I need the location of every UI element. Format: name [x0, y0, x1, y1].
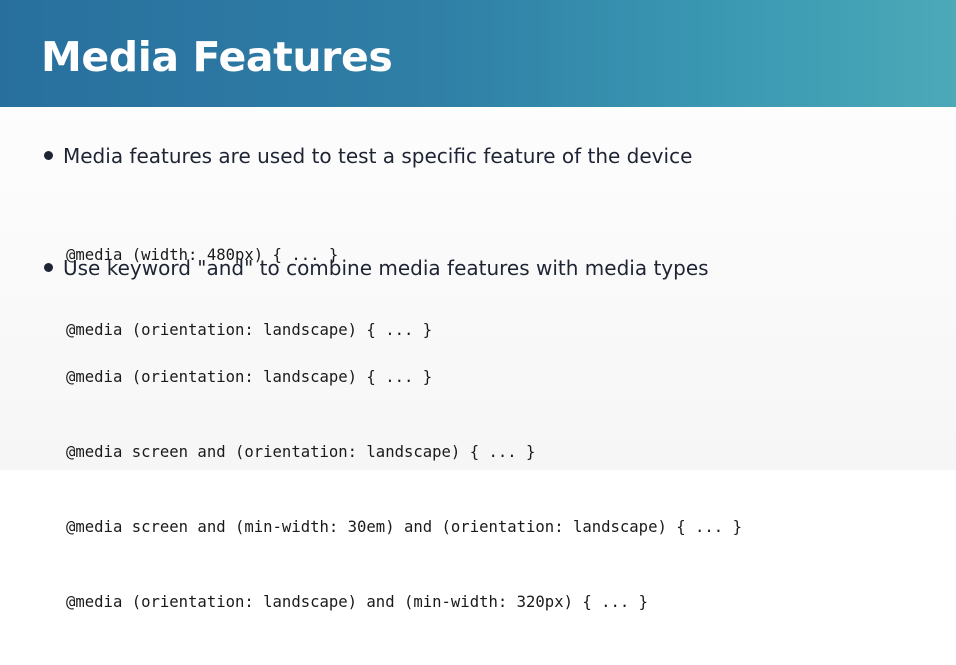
slide: Media Features Media features are used t…	[0, 0, 956, 611]
slide-title: Media Features	[41, 33, 393, 81]
bullet-text: Media features are used to test a specif…	[63, 144, 693, 168]
bullet-dot-icon	[44, 263, 53, 272]
code-line: @media screen and (min-width: 30em) and …	[66, 518, 742, 536]
bullet-dot-icon	[44, 151, 53, 160]
slide-header: Media Features	[0, 0, 956, 107]
code-line: @media (orientation: landscape) and (min…	[66, 593, 649, 611]
code-line: @media screen and (orientation: landscap…	[66, 443, 536, 461]
bullet-item: Use keyword "and" to combine media featu…	[44, 254, 709, 282]
code-block: @media (orientation: landscape) { ... } …	[66, 315, 742, 665]
bullet-item: Media features are used to test a specif…	[44, 142, 692, 170]
bullet-text: Use keyword "and" to combine media featu…	[63, 256, 709, 280]
code-line: @media (orientation: landscape) { ... }	[66, 368, 433, 386]
